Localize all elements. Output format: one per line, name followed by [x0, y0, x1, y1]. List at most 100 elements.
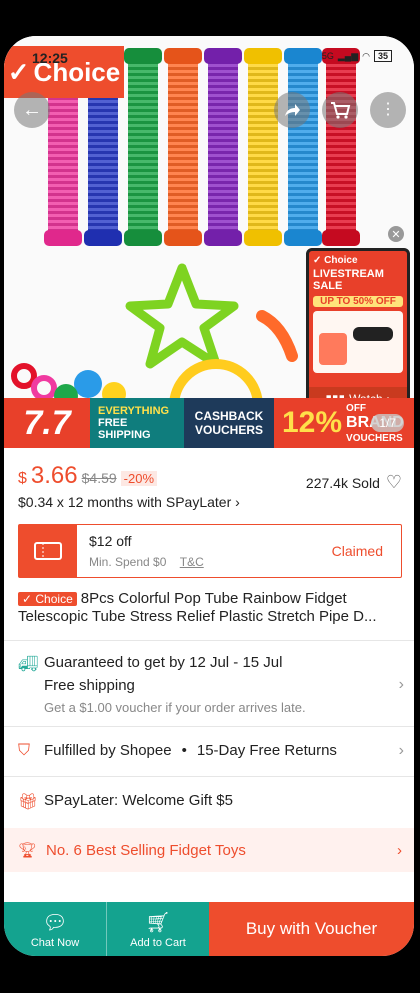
livestream-brand-label: Choice — [324, 255, 358, 266]
chat-now-button[interactable]: 💬︎ Chat Now — [4, 902, 106, 956]
share-icon — [285, 104, 300, 116]
shield-icon: ⛉ — [18, 742, 31, 759]
voucher-claimed-status: Claimed — [331, 543, 383, 559]
free-shipping-badge: EVERYTHING FREE SHIPPING — [90, 398, 184, 448]
battery-icon: 35 — [373, 50, 392, 62]
spaylater-label: $0.34 x 12 months with SPayLater — [18, 494, 232, 510]
product-image-tube — [322, 48, 360, 246]
voucher-details: $12 off Min. Spend $0 T&C — [77, 525, 332, 577]
livestream-offer: UP TO 50% OFF — [313, 296, 403, 307]
bottom-action-bar: 💬︎ Chat Now 🛒︎ Add to Cart Buy with Vouc… — [4, 902, 414, 956]
check-icon: ✓ — [7, 56, 30, 87]
voucher-min-label: Min. Spend $0 — [89, 555, 167, 569]
fulfilled-label: Fulfilled by Shopee — [44, 742, 172, 759]
returns-label: 15-Day Free Returns — [196, 742, 337, 759]
divider — [4, 640, 414, 641]
product-page: ✓ Choice 12:25 5G ▂▄▆ ◠ 35 ← ⋮ ✕ ✓ Choic… — [4, 36, 414, 956]
buy-label: Buy with Voucher — [245, 919, 378, 938]
livestream-card[interactable]: ✓ Choice LIVESTREAM SALE UP TO 50% OFF ▮… — [306, 248, 410, 414]
cashback-line2: VOUCHERS — [194, 423, 263, 437]
cart-button[interactable] — [322, 92, 358, 128]
wifi-icon: ◠ — [362, 50, 370, 61]
cart-icon — [331, 102, 351, 119]
late-voucher-note: Get a $1.00 voucher if your order arrive… — [44, 700, 306, 715]
original-price: $4.59 — [81, 470, 117, 486]
chevron-right-icon: › — [398, 676, 404, 693]
best-selling-row[interactable]: 🏆︎ No. 6 Best Selling Fidget Toys › — [4, 828, 414, 872]
add-cart-icon: 🛒︎ — [145, 911, 171, 934]
trophy-icon: 🏆︎ — [18, 842, 38, 859]
status-time: 12:25 — [32, 50, 68, 66]
livestream-title: LIVESTREAM SALE — [309, 266, 407, 294]
voucher-tc-link[interactable]: T&C — [180, 555, 204, 569]
product-image-tube — [124, 48, 162, 246]
product-title: ✓ Choice 8Pcs Colorful Pop Tube Rainbow F… — [18, 590, 404, 626]
product-image-carousel[interactable]: ✓ Choice 12:25 5G ▂▄▆ ◠ 35 ← ⋮ ✕ ✓ Choic… — [4, 36, 414, 448]
product-image-shapes — [11, 263, 298, 406]
shipping-text: Guaranteed to get by 12 Jul - 15 Jul Fre… — [44, 654, 306, 715]
spaylater-gift-label: SPayLater: Welcome Gift $5 — [44, 792, 233, 809]
free-shipping-line3: SHIPPING — [98, 429, 151, 441]
discount-badge: -20% — [120, 471, 158, 486]
price-row: $ 3.66 $4.59 -20% — [18, 462, 158, 490]
livestream-brand: ✓ Choice — [313, 255, 358, 266]
product-image-tube — [164, 48, 202, 246]
network-label: 5G — [321, 51, 334, 61]
dot-separator: • — [181, 742, 187, 759]
product-image-tube — [244, 48, 282, 246]
voucher-card[interactable]: $12 off Min. Spend $0 T&C Claimed — [18, 524, 402, 578]
divider — [4, 776, 414, 777]
heart-icon[interactable]: ♡ — [386, 472, 402, 493]
fulfilled-row[interactable]: ⛉ Fulfilled by Shopee • 15-Day Free Retu… — [18, 742, 404, 760]
shipping-guarantee: Guaranteed to get by 12 Jul - 15 Jul — [44, 654, 283, 671]
divider — [4, 726, 414, 727]
product-thumb-image — [319, 333, 347, 365]
free-shipping-line2: FREE — [98, 417, 128, 429]
image-counter: 1/7 — [371, 414, 404, 432]
choice-tag: ✓ Choice — [18, 592, 77, 606]
ticket-icon — [34, 542, 62, 560]
price-currency: $ — [18, 470, 27, 487]
status-icons: 5G ▂▄▆ ◠ 35 — [322, 50, 392, 62]
shipping-row[interactable]: 🚚︎ Guaranteed to get by 12 Jul - 15 Jul … — [18, 654, 404, 715]
close-livestream-button[interactable]: ✕ — [388, 226, 404, 242]
voucher-ticket-icon — [19, 525, 77, 577]
more-icon: ⋮ — [380, 101, 396, 118]
voucher-min-spend: Min. Spend $0 T&C — [89, 555, 320, 569]
share-button[interactable] — [274, 92, 310, 128]
choice-tag-label: Choice — [35, 592, 73, 606]
chevron-right-icon: › — [397, 841, 402, 859]
buy-with-voucher-button[interactable]: Buy with Voucher — [209, 902, 414, 956]
spaylater-gift-row[interactable]: 🎁︎ SPayLater: Welcome Gift $5 — [18, 792, 404, 812]
free-shipping-line1: EVERYTHING — [98, 405, 170, 417]
product-image-tube — [284, 48, 322, 246]
chat-icon: 💬︎ — [42, 911, 68, 934]
more-options-button[interactable]: ⋮ — [370, 92, 406, 128]
spaylater-installment[interactable]: $0.34 x 12 months with SPayLater › — [18, 494, 240, 510]
truck-icon: 🚚︎ — [18, 656, 39, 673]
sunglasses-image — [353, 327, 393, 341]
back-button[interactable]: ← — [14, 92, 50, 128]
livestream-preview — [313, 311, 403, 373]
brand-percent: 12% — [282, 406, 343, 439]
chat-label: Chat Now — [30, 936, 80, 949]
voucher-amount: $12 off — [89, 533, 132, 549]
product-image-tube — [204, 48, 242, 246]
cashback-line1: CASHBACK — [194, 409, 264, 423]
sold-label: 227.4k Sold — [305, 474, 380, 491]
sale-day-badge: 7.7 — [4, 398, 90, 448]
gift-icon: 🎁︎ — [18, 794, 39, 811]
chevron-right-icon: › — [235, 494, 240, 510]
free-shipping-label: Free shipping — [44, 677, 135, 694]
price: 3.66 — [30, 462, 78, 489]
signal-icon: ▂▄▆ — [337, 50, 359, 61]
chevron-right-icon: › — [398, 742, 404, 759]
sold-count: 227.4k Sold ♡ — [306, 472, 402, 493]
promo-banner[interactable]: 7.7 EVERYTHING FREE SHIPPING CASHBACK VO… — [4, 398, 414, 448]
add-to-cart-button[interactable]: 🛒︎ Add to Cart — [106, 902, 209, 956]
brand-off: OFF — [346, 403, 367, 414]
add-to-cart-label: Add to Cart — [130, 936, 186, 949]
best-selling-label: No. 6 Best Selling Fidget Toys — [46, 841, 246, 859]
brand-line2: VOUCHERS — [346, 433, 403, 444]
cashback-badge: CASHBACK VOUCHERS — [184, 398, 274, 448]
